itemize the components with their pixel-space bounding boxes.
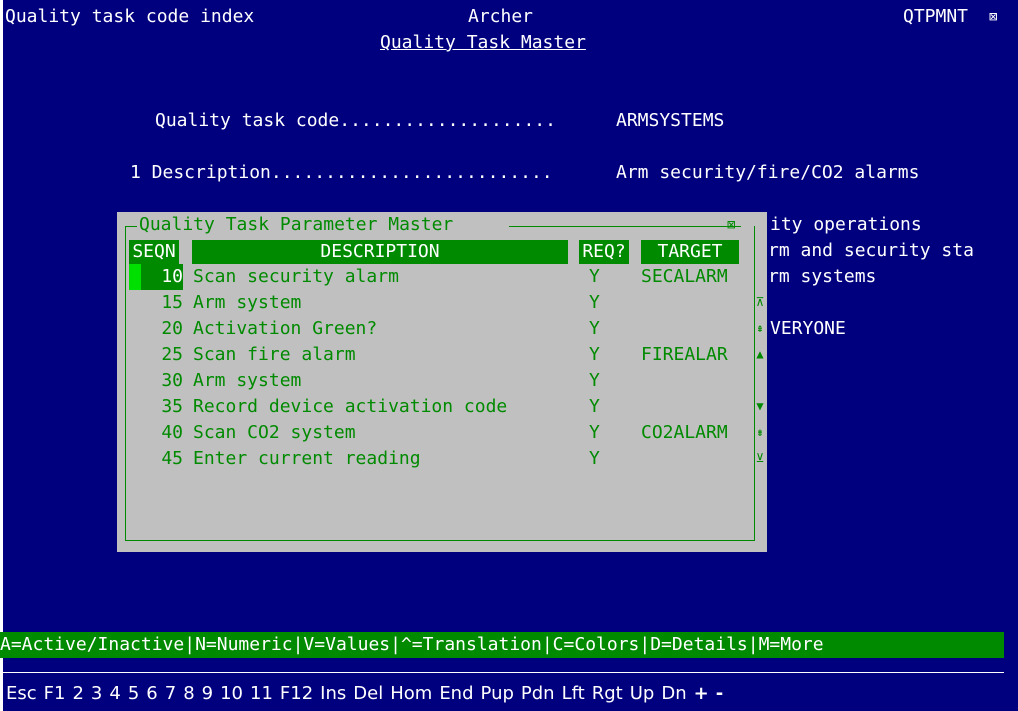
background-text: rm and security sta bbox=[768, 240, 974, 261]
description-label: 1 Description.......................... bbox=[130, 162, 553, 183]
key-7[interactable]: 7 bbox=[165, 683, 176, 704]
key-up[interactable]: Up bbox=[630, 683, 655, 704]
page-down-icon[interactable]: ⇟ bbox=[753, 425, 767, 439]
task-code-label: Quality task code.................... bbox=[155, 110, 556, 131]
table-row[interactable]: 45 Enter current reading Y bbox=[117, 446, 757, 472]
table-row[interactable]: 25 Scan fire alarm Y FIREALAR bbox=[117, 342, 757, 368]
req-cell: Y bbox=[589, 266, 600, 287]
table-row[interactable]: 40 Scan CO2 system Y CO2ALARM bbox=[117, 420, 757, 446]
task-parameter-popup: Quality Task Parameter Master ⊠ SEQN DES… bbox=[117, 212, 767, 552]
company-name: Archer bbox=[468, 6, 534, 27]
key-4[interactable]: 4 bbox=[109, 683, 120, 704]
popup-frame-top bbox=[509, 226, 741, 227]
target-cell: FIREALAR bbox=[641, 344, 728, 365]
scroll-down-icon[interactable]: ▼ bbox=[753, 399, 767, 413]
req-cell: Y bbox=[589, 370, 600, 391]
seqn-cell: 25 bbox=[161, 344, 183, 365]
description-cell: Scan security alarm bbox=[193, 266, 399, 287]
req-cell: Y bbox=[589, 396, 600, 417]
key-ins[interactable]: Ins bbox=[320, 683, 346, 704]
description-cell: Scan fire alarm bbox=[193, 344, 356, 365]
seqn-cell: 30 bbox=[161, 370, 183, 391]
table-row[interactable]: 20 Activation Green? Y bbox=[117, 316, 757, 342]
req-cell: Y bbox=[589, 422, 600, 443]
description-cell: Activation Green? bbox=[193, 318, 378, 339]
popup-close-icon[interactable]: ⊠ bbox=[727, 215, 735, 235]
req-cell: Y bbox=[589, 344, 600, 365]
key-f12[interactable]: F12 bbox=[280, 683, 313, 704]
column-header-description: DESCRIPTION bbox=[192, 240, 568, 264]
key-8[interactable]: 8 bbox=[183, 683, 194, 704]
key-page-down[interactable]: Pdn bbox=[521, 683, 555, 704]
popup-frame-top bbox=[125, 226, 137, 227]
background-text: ity operations bbox=[770, 214, 922, 235]
page-subtitle: Quality Task Master bbox=[380, 32, 586, 53]
table-row[interactable]: 35 Record device activation code Y bbox=[117, 394, 757, 420]
window-close-icon[interactable]: ⊠ bbox=[989, 4, 997, 30]
key-plus[interactable]: + bbox=[694, 683, 709, 704]
popup-scrollbar[interactable]: ⊼ ⇞ ▲ ▼ ⇟ ⊻ bbox=[753, 268, 771, 498]
description-cell: Arm system bbox=[193, 292, 302, 313]
key-11[interactable]: 11 bbox=[250, 683, 273, 704]
description-cell: Record device activation code bbox=[193, 396, 508, 417]
seqn-cell: 40 bbox=[161, 422, 183, 443]
background-text: rm systems bbox=[768, 266, 877, 287]
key-right[interactable]: Rgt bbox=[592, 683, 623, 704]
description-cell: Enter current reading bbox=[193, 448, 421, 469]
key-del[interactable]: Del bbox=[353, 683, 383, 704]
key-9[interactable]: 9 bbox=[202, 683, 213, 704]
seqn-cell: 10 bbox=[161, 266, 183, 287]
key-home[interactable]: Hom bbox=[390, 683, 432, 704]
key-3[interactable]: 3 bbox=[91, 683, 102, 704]
column-header-target: TARGET bbox=[641, 240, 739, 264]
key-f1[interactable]: F1 bbox=[44, 683, 66, 704]
column-header-req: REQ? bbox=[579, 240, 629, 264]
column-header-seqn: SEQN bbox=[129, 240, 179, 264]
key-6[interactable]: 6 bbox=[146, 683, 157, 704]
page-up-icon[interactable]: ⇞ bbox=[753, 321, 767, 335]
task-code-field[interactable]: ARMSYSTEMS bbox=[616, 108, 724, 134]
seqn-cell: 15 bbox=[161, 292, 183, 313]
target-cell: SECALARM bbox=[641, 266, 728, 287]
table-row[interactable]: 10 Scan security alarm Y SECALARM bbox=[117, 264, 757, 290]
text-cursor bbox=[129, 264, 141, 290]
background-text: VERYONE bbox=[770, 318, 846, 339]
function-key-bar: Esc F1 2 3 4 5 6 7 8 9 10 11 F12 Ins Del Hom End Pup Pdn Lf… bbox=[6, 681, 730, 707]
description-field[interactable]: Arm security/fire/CO2 alarms bbox=[616, 160, 919, 186]
seqn-cell: 20 bbox=[161, 318, 183, 339]
separator-line bbox=[0, 672, 1004, 673]
req-cell: Y bbox=[589, 448, 600, 469]
window-left-border bbox=[0, 0, 3, 711]
scroll-top-icon[interactable]: ⊼ bbox=[753, 295, 767, 309]
key-end[interactable]: End bbox=[439, 683, 473, 704]
program-id: QTPMNT bbox=[903, 6, 969, 27]
popup-title: Quality Task Parameter Master bbox=[139, 214, 454, 235]
key-minus[interactable]: - bbox=[716, 683, 723, 704]
key-down[interactable]: Dn bbox=[661, 683, 686, 704]
command-bar[interactable]: A=Active/Inactive|N=Numeric|V=Values|^=T… bbox=[0, 632, 1004, 658]
scroll-up-icon[interactable]: ▲ bbox=[753, 347, 767, 361]
req-cell: Y bbox=[589, 292, 600, 313]
key-page-up[interactable]: Pup bbox=[481, 683, 514, 704]
req-cell: Y bbox=[589, 318, 600, 339]
table-row[interactable]: 15 Arm system Y bbox=[117, 290, 757, 316]
key-left[interactable]: Lft bbox=[562, 683, 585, 704]
key-10[interactable]: 10 bbox=[220, 683, 243, 704]
seqn-cell: 45 bbox=[161, 448, 183, 469]
key-2[interactable]: 2 bbox=[72, 683, 83, 704]
target-cell: CO2ALARM bbox=[641, 422, 728, 443]
description-cell: Arm system bbox=[193, 370, 302, 391]
screen-title: Quality task code index bbox=[5, 6, 255, 27]
table-row[interactable]: 30 Arm system Y bbox=[117, 368, 757, 394]
key-esc[interactable]: Esc bbox=[6, 683, 37, 704]
scroll-bottom-icon[interactable]: ⊻ bbox=[753, 451, 767, 465]
key-5[interactable]: 5 bbox=[128, 683, 139, 704]
seqn-cell: 35 bbox=[161, 396, 183, 417]
description-cell: Scan CO2 system bbox=[193, 422, 356, 443]
